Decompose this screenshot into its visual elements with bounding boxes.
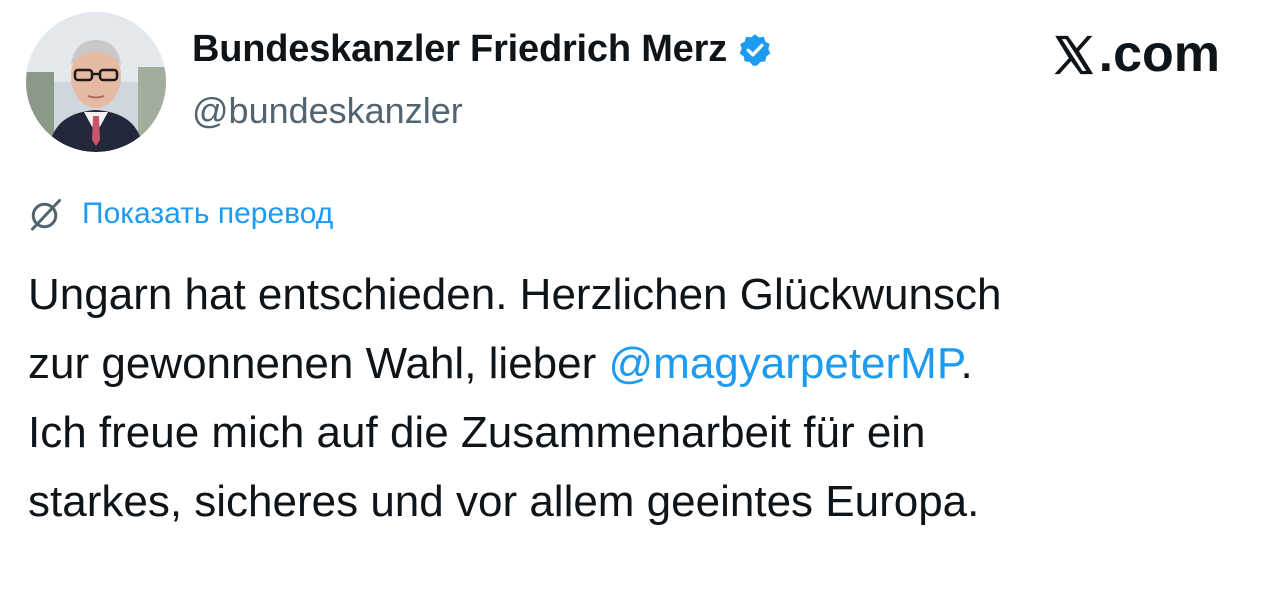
translate-icon[interactable] (28, 196, 64, 232)
x-logo-icon (1051, 31, 1097, 77)
tweet-card: Bundeskanzler Friedrich Merz @bundeskanz… (0, 0, 1280, 613)
tweet-text-line-2-prefix: zur gewonnenen Wahl, lieber (28, 339, 609, 388)
show-translation-link[interactable]: Показать перевод (82, 197, 333, 231)
author-display-name[interactable]: Bundeskanzler Friedrich Merz (192, 28, 727, 71)
brand-logo: .com (1051, 24, 1220, 84)
translate-row[interactable]: Показать перевод (28, 196, 333, 232)
avatar-portrait (26, 12, 166, 152)
tweet-text-line-4: starkes, sicheres und vor allem geeintes… (28, 477, 980, 526)
author-handle[interactable]: @bundeskanzler (192, 90, 463, 132)
tweet-text-line-3: Ich freue mich auf die Zusammenarbeit fü… (28, 408, 926, 457)
tweet-text-line-2-suffix: . (960, 339, 973, 388)
tweet-text-line-2: zur gewonnenen Wahl, lieber @magyarpeter… (28, 329, 1248, 398)
verified-badge-icon[interactable] (737, 32, 773, 68)
author-name-row[interactable]: Bundeskanzler Friedrich Merz (192, 28, 773, 71)
mention-link[interactable]: @magyarpeterMP (609, 339, 961, 388)
tweet-text: Ungarn hat entschieden. Herzlichen Glück… (28, 260, 1248, 536)
brand-domain: .com (1098, 25, 1220, 83)
tweet-text-line-1: Ungarn hat entschieden. Herzlichen Glück… (28, 270, 1002, 319)
avatar[interactable] (26, 12, 166, 152)
